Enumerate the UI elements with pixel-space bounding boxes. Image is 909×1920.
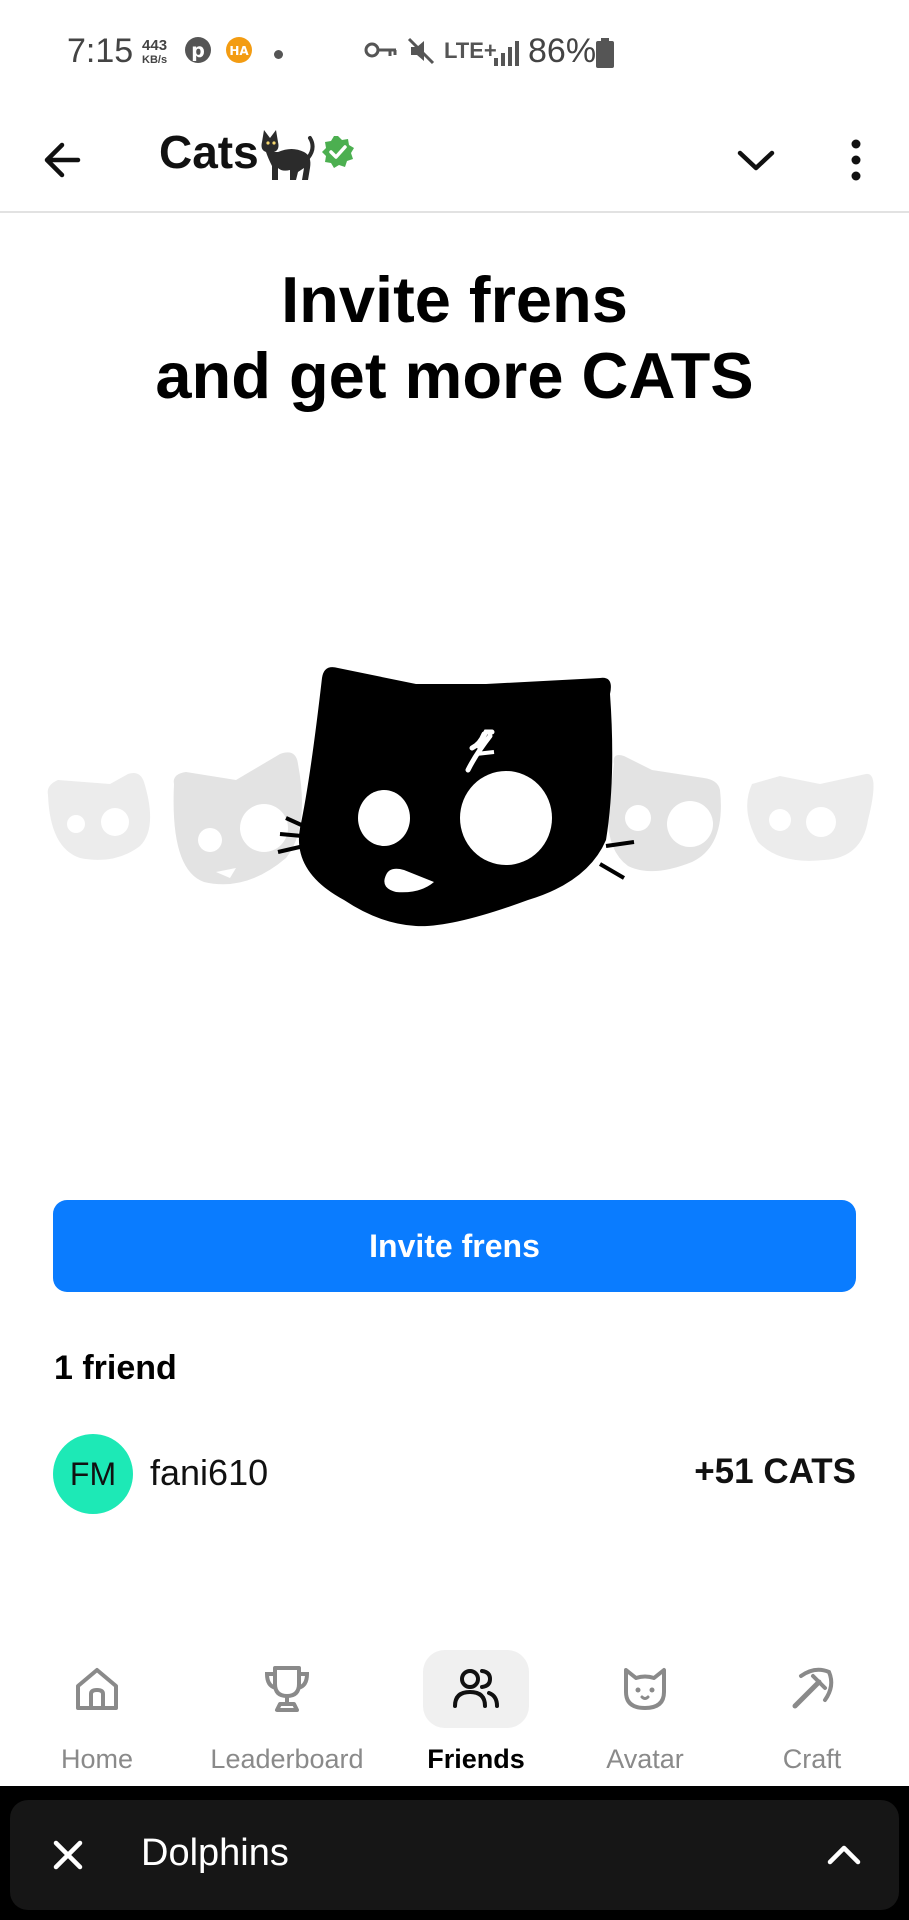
status-bar: 7:15 443 KB/s p HA LTE+ 86% xyxy=(0,0,909,108)
chevron-down-icon[interactable] xyxy=(726,130,786,190)
more-options-icon[interactable] xyxy=(832,130,880,190)
status-time: 7:15 xyxy=(67,32,134,70)
mini-app-title: Dolphins xyxy=(141,1832,289,1874)
vpn-key-icon xyxy=(364,42,397,58)
friend-avatar: FM xyxy=(53,1434,133,1514)
nav-avatar[interactable]: Avatar xyxy=(565,1650,725,1774)
nav-home-label: Home xyxy=(60,1744,134,1774)
friend-reward: +51 CATS xyxy=(694,1452,856,1491)
verified-badge-icon xyxy=(322,136,354,168)
faded-cat-face-far-left xyxy=(47,773,151,860)
friend-list-item[interactable]: FM fani610 +51 CATS xyxy=(53,1434,856,1514)
nav-leaderboard[interactable]: Leaderboard xyxy=(207,1650,367,1774)
more-notifications-dot xyxy=(274,50,283,59)
close-icon[interactable] xyxy=(40,1827,96,1883)
pickaxe-icon xyxy=(792,1667,834,1709)
network-type: LTE+ xyxy=(444,38,497,63)
nav-friends[interactable]: Friends xyxy=(396,1650,556,1774)
invite-headline: Invite frens and get more CATS xyxy=(0,262,909,414)
black-cat-face-main xyxy=(277,667,635,927)
signal-icon xyxy=(494,41,519,66)
invite-frens-button[interactable]: Invite frens xyxy=(53,1200,856,1292)
svg-text:HA: HA xyxy=(229,44,249,58)
cat-face-icon xyxy=(624,1668,666,1710)
back-arrow-icon[interactable] xyxy=(36,132,92,188)
chevron-up-icon[interactable] xyxy=(816,1827,872,1883)
mini-app-bar[interactable]: Dolphins xyxy=(10,1800,899,1910)
chat-title: Cats xyxy=(159,126,259,178)
black-cat-emoji-icon xyxy=(261,130,315,180)
svg-text:p: p xyxy=(191,40,205,62)
trophy-icon xyxy=(264,1666,310,1712)
nav-avatar-label: Avatar xyxy=(606,1744,684,1774)
friends-count-heading: 1 friend xyxy=(54,1349,177,1387)
data-rate-value: 443 xyxy=(142,37,168,54)
nav-home[interactable]: Home xyxy=(17,1650,177,1774)
faded-cat-face-right xyxy=(607,755,721,872)
app-notification-icon: HA xyxy=(226,37,252,63)
bottom-navigation: Home Leaderboard Friends Avatar Craft xyxy=(0,1634,909,1786)
friend-username: fani610 xyxy=(150,1452,269,1493)
home-icon xyxy=(76,1668,118,1710)
friends-icon xyxy=(453,1669,499,1708)
headline-line-2: and get more CATS xyxy=(155,339,754,412)
nav-friends-label: Friends xyxy=(427,1744,525,1774)
mute-icon xyxy=(407,37,435,65)
cat-faces-illustration xyxy=(47,667,874,927)
battery-icon xyxy=(596,38,614,68)
nav-craft-label: Craft xyxy=(782,1744,842,1774)
faded-cat-face-left xyxy=(173,752,302,885)
nav-craft[interactable]: Craft xyxy=(732,1650,892,1774)
pinterest-icon: p xyxy=(185,37,211,63)
headline-line-1: Invite frens xyxy=(281,263,628,336)
data-rate-unit: KB/s xyxy=(142,54,168,66)
nav-leaderboard-label: Leaderboard xyxy=(210,1744,364,1774)
battery-percentage: 86% xyxy=(528,32,597,70)
faded-cat-face-right-far xyxy=(747,773,874,861)
data-rate: 443 KB/s xyxy=(142,38,167,68)
app-header: Cats xyxy=(0,108,909,213)
